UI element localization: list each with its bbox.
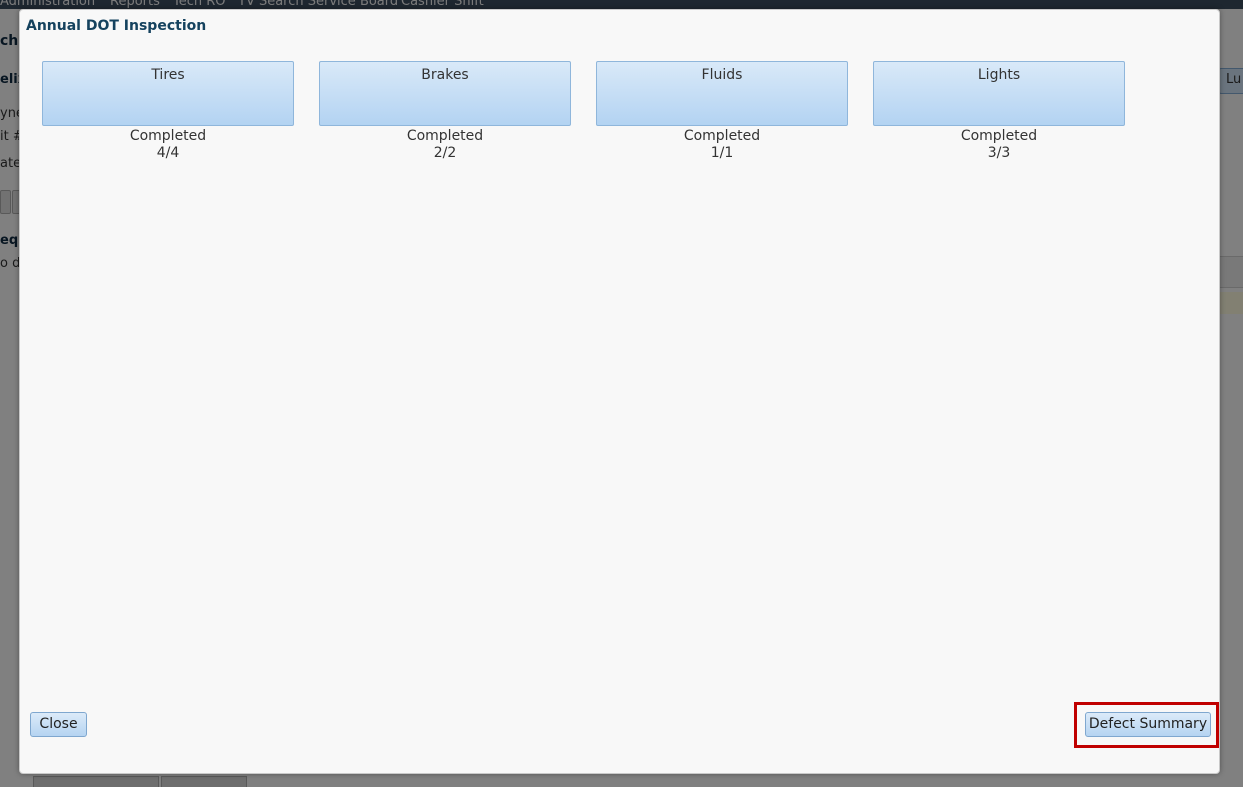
brakes-status: Completed: [406, 128, 484, 144]
fluids-button[interactable]: Fluids: [596, 61, 848, 126]
lights-progress: 3/3: [987, 145, 1011, 161]
close-button[interactable]: Close: [30, 712, 87, 737]
fluids-status: Completed: [683, 128, 761, 144]
dialog-title: Annual DOT Inspection: [26, 18, 207, 34]
category-lights: Lights Completed 3/3: [873, 61, 1125, 162]
brakes-button[interactable]: Brakes: [319, 61, 571, 126]
category-fluids: Fluids Completed 1/1: [596, 61, 848, 162]
lights-button[interactable]: Lights: [873, 61, 1125, 126]
category-brakes: Brakes Completed 2/2: [319, 61, 571, 162]
tires-progress: 4/4: [156, 145, 180, 161]
category-tires: Tires Completed 4/4: [42, 61, 294, 162]
lights-status: Completed: [960, 128, 1038, 144]
defect-summary-button[interactable]: Defect Summary: [1085, 712, 1211, 737]
fluids-progress: 1/1: [710, 145, 734, 161]
annual-dot-inspection-dialog: Annual DOT Inspection Tires Completed 4/…: [19, 9, 1220, 774]
brakes-progress: 2/2: [433, 145, 457, 161]
tires-status: Completed: [129, 128, 207, 144]
tires-button[interactable]: Tires: [42, 61, 294, 126]
